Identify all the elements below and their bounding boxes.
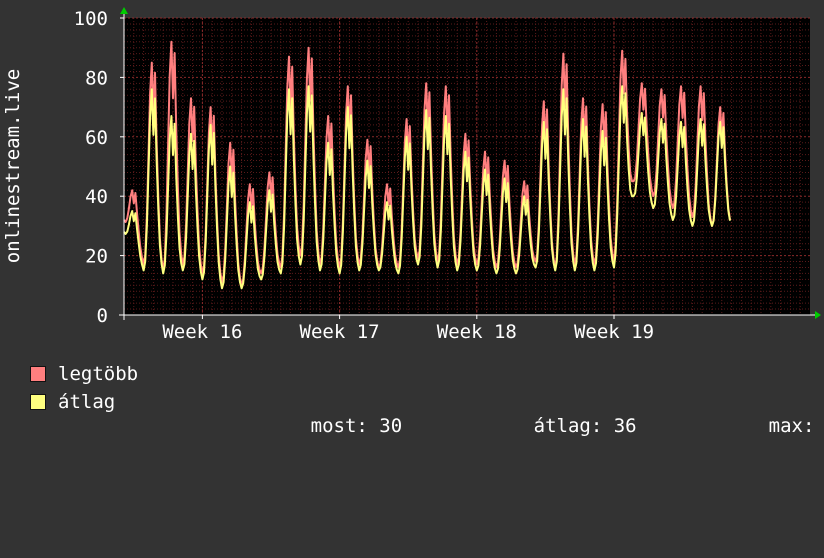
stat-average: átlag: 36: [465, 390, 637, 462]
y-axis-arrow: [120, 7, 128, 14]
stat-average-label: átlag:: [533, 415, 603, 437]
stat-most-label: most:: [310, 415, 368, 437]
y-tick-label: 0: [97, 305, 108, 327]
legend-item-avg: átlag most: 30 átlag: 36 max: 77: [30, 390, 814, 437]
y-tick-label: 40: [85, 186, 108, 208]
x-ticks: Week 16 Week 17 Week 18 Week 19: [162, 315, 654, 343]
y-tick-label: 20: [85, 246, 108, 268]
stat-average-value: 36: [613, 415, 637, 437]
stat-max: max: 77: [700, 390, 824, 462]
legend-label-avg: átlag: [58, 391, 116, 413]
stat-most: most: 30: [242, 390, 403, 462]
y-axis-label: onlinestream.live: [2, 69, 24, 263]
x-axis-arrow: [815, 311, 821, 319]
stat-most-value: 30: [379, 415, 403, 437]
x-tick-label: Week 16: [162, 321, 242, 343]
stat-max-label: max:: [768, 415, 815, 437]
y-tick-label: 60: [85, 127, 108, 149]
x-tick-label: Week 19: [574, 321, 654, 343]
y-tick-label: 80: [85, 67, 108, 89]
legend-item-max: legtöbb: [30, 362, 138, 386]
legend: legtöbb átlag most: 30 átlag: 36 max: 77: [30, 362, 814, 437]
legend-swatch-max: [30, 366, 46, 382]
legend-swatch-avg: [30, 394, 46, 410]
x-tick-label: Week 18: [437, 321, 517, 343]
y-tick-label: 100: [74, 8, 108, 30]
x-tick-label: Week 17: [300, 321, 380, 343]
legend-label-max: legtöbb: [58, 363, 139, 385]
chart: 020406080100 Week 16 Week 17 Week 18 Week 1…: [2, 7, 821, 343]
y-ticks: 0 20 40 60 80 100: [74, 8, 124, 327]
